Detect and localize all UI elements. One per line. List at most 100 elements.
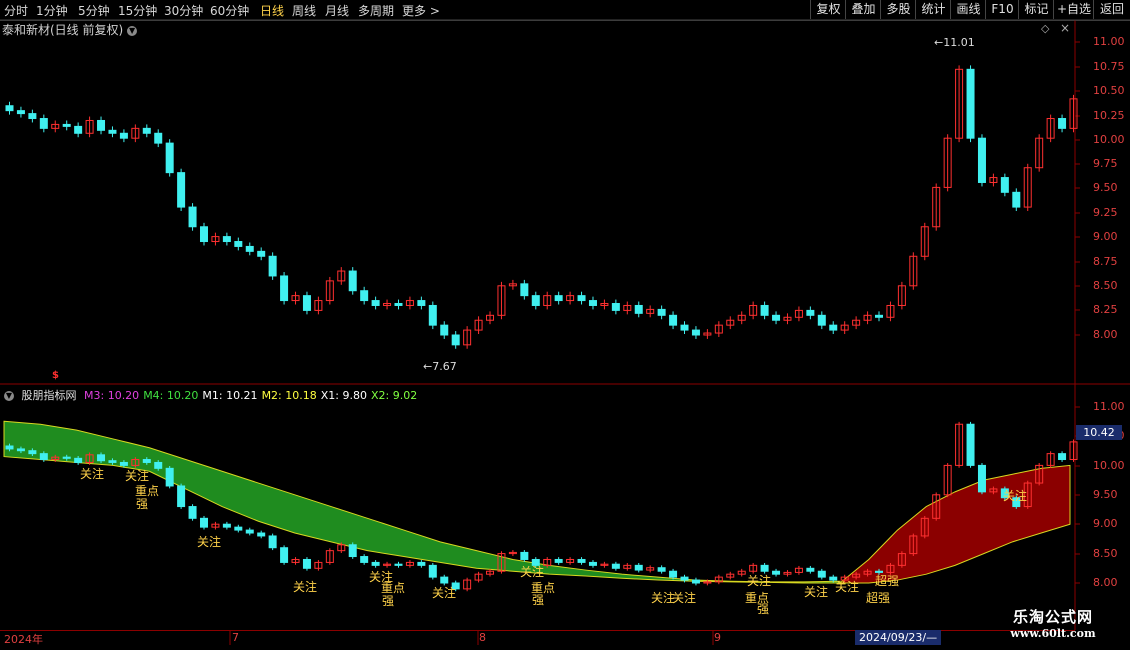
candle-body [280,275,289,302]
kline-chart: 关注 关注重点强关注关注关注重点强关注关注重点强 关注关注关注重点强关注 关注 超强超强… [0,19,1130,645]
price-tick: 8.00 [1093,328,1118,341]
dividend-marker-icon[interactable]: $ [52,370,59,381]
signal-label: 重点 [135,484,159,498]
candle-body [119,132,128,139]
candle-body [16,448,25,452]
candle-body [97,454,106,462]
indicator-value-2: M1: 10.21 [202,389,258,402]
signal-label: 关注 [1003,488,1027,503]
signal-label: 关注 [672,590,696,605]
candle-body [28,450,37,455]
price-tick: 9.25 [1093,206,1118,219]
indicator-value-4: X1: 9.80 [320,389,367,402]
candle-body [634,564,643,571]
signal-label: 强 [532,593,544,607]
date-label-jul: 7 [232,631,239,644]
price-tick: 8.25 [1093,303,1118,316]
candle-body [966,68,975,139]
candle-body [177,172,186,208]
candle-body [817,570,826,578]
signal-label: 关注 [520,564,544,579]
signal-label: 重点 [381,581,405,595]
candle-body [966,423,975,466]
candle-body [669,314,678,326]
indicator-value-3: M2: 10.18 [261,389,317,402]
candle-body [348,270,357,292]
candle-body [234,241,243,247]
candle-body [188,506,197,519]
date-label-aug: 8 [479,631,486,644]
candle-body [268,255,277,277]
candle-body [417,561,426,566]
signal-label: 关注 [432,585,456,600]
candle-body [691,329,700,336]
candle-body [875,314,884,318]
candle-body [691,579,700,584]
candle-body [62,456,71,459]
candle-body [669,570,678,578]
candle-body [760,304,769,316]
indicator-tick: 11.00 [1093,400,1125,413]
candle-body [222,236,231,243]
signal-label: 超强 [875,573,899,588]
candle-body [371,300,380,306]
candle-body [39,453,48,461]
candle-body [1058,118,1067,129]
candle-body [268,535,277,549]
indicator-value-1: M4: 10.20 [143,389,199,402]
candle-body [451,334,460,346]
candle-body [428,564,437,578]
candle-body [520,283,529,297]
signal-label: 强 [757,602,769,616]
candle-body [360,556,369,563]
candle-body [1012,191,1021,208]
candle-body [428,304,437,326]
indicator-tick: 9.50 [1093,488,1118,501]
candle-body [554,558,563,563]
candle-body [188,206,197,228]
current-price-tag: 10.42 [1076,425,1122,440]
candle-body [199,226,208,243]
candle-body [440,324,449,336]
candle-body [62,123,71,127]
candle-body [28,113,37,120]
candle-body [234,526,243,531]
signal-label: 关注 [197,534,221,549]
price-tick: 10.75 [1093,60,1125,73]
candle-body [657,567,666,572]
candle-body [119,461,128,466]
candle-body [199,517,208,528]
candle-body [657,308,666,316]
candle-body [142,459,151,463]
signal-label: 关注 [747,573,771,588]
candle-body [611,303,620,311]
price-tick: 9.75 [1093,157,1118,170]
candle-body [142,127,151,134]
candle-body [680,324,689,331]
candle-body [280,547,289,563]
candle-body [302,558,311,569]
candle-body [222,523,231,528]
candle-body [531,295,540,306]
indicator-value-0: M3: 10.20 [84,389,140,402]
candle-body [829,324,838,331]
indicator-header: ▼ 股朋指标网 M3: 10.20 M4: 10.20 M1: 10.21 M2: 1… [4,387,425,403]
chevron-down-icon[interactable]: ▼ [4,391,14,401]
candle-body [394,303,403,306]
candle-body [39,118,48,129]
price-tick: 10.50 [1093,84,1125,97]
candle-body [440,576,449,584]
candle-body [348,544,357,558]
candle-body [977,137,986,183]
price-tick: 8.75 [1093,255,1118,268]
watermark-title: 乐淘公式网 [1012,608,1093,626]
cursor-date-tag: 2024/09/23/— [855,630,942,645]
price-tick: 11.00 [1093,35,1125,48]
candle-body [1058,453,1067,461]
candle-body [371,561,380,566]
date-label-sep: 9 [714,631,721,644]
candle-body [1000,177,1009,193]
candle-body [977,464,986,493]
candle-body [806,567,815,572]
candle-body [680,576,689,581]
